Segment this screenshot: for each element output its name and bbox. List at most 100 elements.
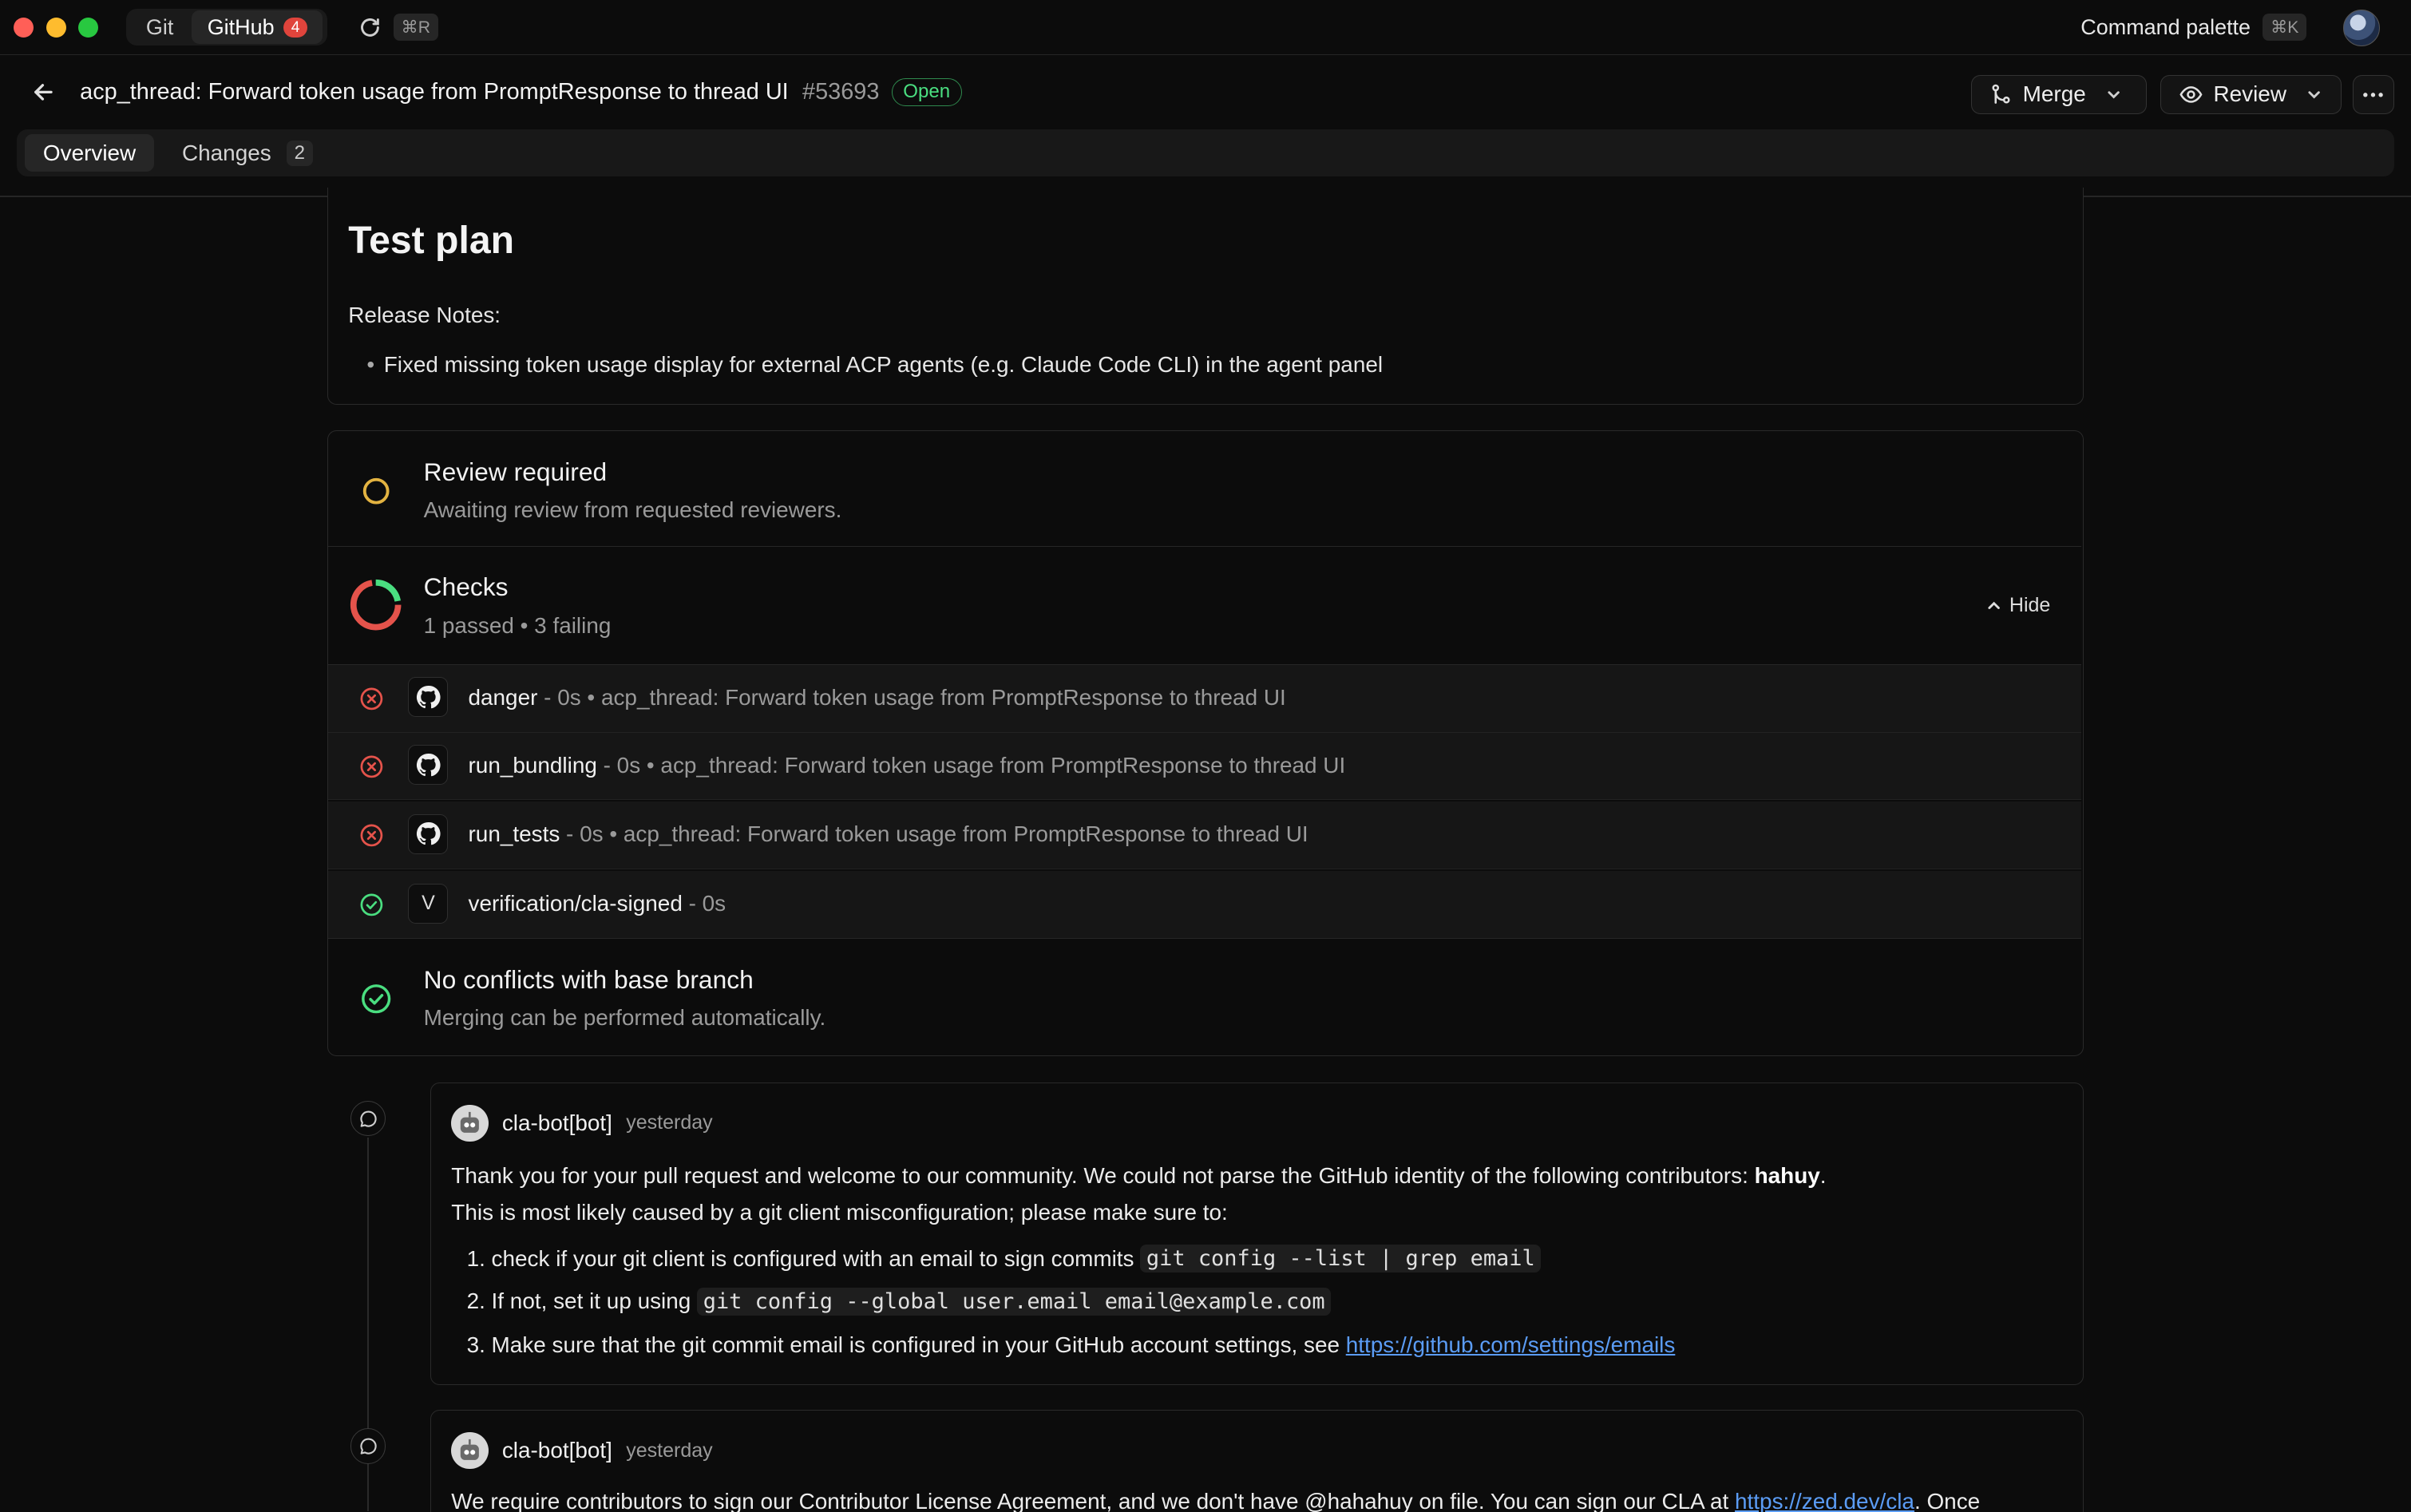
- check-meta: - 0s • acp_thread: Forward token usage f…: [596, 752, 1346, 778]
- merge-button[interactable]: Merge: [1971, 75, 2147, 114]
- titlebar: Git GitHub 4 ⌘R Command palette ⌘K: [0, 0, 2411, 56]
- refresh-button[interactable]: ⌘R: [358, 14, 438, 41]
- check-row[interactable]: run_tests - 0s • acp_thread: Forward tok…: [328, 802, 2081, 870]
- check-label: run_tests - 0s • acp_thread: Forward tok…: [469, 821, 1308, 847]
- eye-icon: [2179, 86, 2203, 103]
- zoom-window-button[interactable]: [78, 17, 99, 38]
- merge-status-card: Review required Awaiting review from req…: [327, 430, 2084, 1057]
- checks-title: Checks: [423, 572, 509, 602]
- chevron-up-icon: [1988, 601, 2000, 610]
- comment-icon: [350, 1428, 386, 1464]
- chevron-down-icon: [2308, 91, 2320, 99]
- bot-avatar[interactable]: [451, 1104, 489, 1142]
- check-name: run_bundling: [468, 752, 597, 778]
- merge-label: Merge: [2022, 81, 2086, 107]
- tab-git-label: Git: [145, 14, 174, 39]
- chevron-down-icon: [2108, 91, 2120, 99]
- tab-github-label: GitHub: [207, 14, 275, 39]
- check-name: verification/cla-signed: [468, 891, 683, 916]
- x-circle-icon: [360, 755, 383, 778]
- tab-changes[interactable]: Changes 2: [164, 134, 331, 172]
- list-number: 2.: [466, 1288, 485, 1314]
- tab-overview-label: Overview: [42, 140, 137, 165]
- pr-description-card: Test plan Release Notes: • Fixed missing…: [327, 187, 2084, 405]
- robot-icon: [460, 1439, 479, 1460]
- check-meta: - 0s • acp_thread: Forward token usage f…: [537, 685, 1286, 710]
- inline-code: git config --global user.email email@exa…: [697, 1288, 1332, 1316]
- source-tabs: Git GitHub 4: [125, 9, 328, 46]
- arrow-left-icon: [34, 84, 53, 101]
- check-meta: - 0s • acp_thread: Forward token usage f…: [560, 821, 1308, 847]
- check-label: danger - 0s • acp_thread: Forward token …: [469, 685, 1286, 710]
- checks-progress-ring-icon: [350, 580, 402, 631]
- list-number: 1.: [466, 1245, 485, 1271]
- checks-summary: 1 passed • 3 failing: [423, 612, 612, 638]
- check-label: run_bundling - 0s • acp_thread: Forward …: [469, 753, 1346, 778]
- check-meta: - 0s: [682, 891, 726, 916]
- x-circle-icon: [360, 687, 383, 710]
- comment-intro-end: .: [1819, 1163, 1827, 1189]
- conflicts-title: No conflicts with base branch: [423, 964, 754, 994]
- conflicts-section: No conflicts with base branch Merging ca…: [328, 940, 2081, 1055]
- tab-git[interactable]: Git: [131, 10, 189, 45]
- comment-text-end: . Once: [1914, 1489, 1981, 1512]
- tab-overview[interactable]: Overview: [24, 133, 155, 172]
- comment-author[interactable]: cla-bot[bot]: [502, 1110, 612, 1136]
- window-controls: [14, 17, 99, 38]
- list-item: 2. If not, set it up using git config --…: [467, 1288, 1332, 1316]
- comment-header: cla-bot[bot] yesterday: [451, 1104, 713, 1142]
- review-label: Review: [2213, 81, 2286, 107]
- x-circle-icon: [360, 824, 383, 847]
- pr-state-badge: Open: [891, 78, 962, 106]
- comment-paragraph: We require contributors to sign our Cont…: [451, 1489, 1980, 1512]
- check-row[interactable]: run_bundling - 0s • acp_thread: Forward …: [328, 732, 2081, 801]
- review-button[interactable]: Review: [2160, 75, 2342, 114]
- test-plan-heading: Test plan: [348, 219, 515, 263]
- comment-icon: [350, 1101, 386, 1137]
- checks-section: Checks 1 passed • 3 failing Hide: [328, 547, 2081, 665]
- check-row[interactable]: danger - 0s • acp_thread: Forward token …: [328, 665, 2081, 733]
- bot-avatar[interactable]: [451, 1432, 489, 1470]
- more-options-button[interactable]: [2352, 75, 2394, 114]
- comment-author[interactable]: cla-bot[bot]: [502, 1438, 612, 1463]
- pr-title: acp_thread: Forward token usage from Pro…: [80, 79, 789, 105]
- bullet-icon: •: [366, 352, 375, 378]
- cla-link[interactable]: https://zed.dev/cla: [1735, 1489, 1914, 1512]
- github-settings-link[interactable]: https://github.com/settings/emails: [1346, 1332, 1676, 1358]
- verification-source-icon: V: [408, 883, 449, 924]
- review-required-subtitle: Awaiting review from requested reviewers…: [423, 497, 842, 523]
- notification-badge: 4: [283, 17, 308, 38]
- user-avatar[interactable]: [2343, 9, 2381, 46]
- inline-code: git config --list | grep email: [1140, 1245, 1542, 1273]
- comment-header: cla-bot[bot] yesterday: [451, 1432, 713, 1470]
- review-required-title: Review required: [423, 457, 608, 486]
- list-number: 3.: [466, 1332, 485, 1357]
- refresh-icon: [360, 18, 379, 37]
- pr-number: #53693: [802, 79, 880, 105]
- robot-icon: [460, 1111, 479, 1133]
- contributor-name: hahuy: [1754, 1163, 1820, 1189]
- back-button[interactable]: [31, 80, 56, 105]
- comment-text: We require contributors to sign our Cont…: [451, 1489, 1736, 1512]
- hide-checks-button[interactable]: Hide: [1986, 594, 2050, 617]
- list-text: Make sure that the git commit email is c…: [491, 1332, 1340, 1357]
- minimize-window-button[interactable]: [46, 17, 66, 38]
- review-required-section: Review required Awaiting review from req…: [328, 431, 2081, 547]
- pending-circle-icon: [362, 478, 390, 505]
- github-icon: [408, 677, 449, 718]
- close-window-button[interactable]: [14, 17, 34, 38]
- refresh-shortcut: ⌘R: [393, 14, 438, 41]
- comment-intro: Thank you for your pull request and welc…: [451, 1163, 1755, 1189]
- tab-github[interactable]: GitHub 4: [192, 10, 323, 45]
- command-palette-button[interactable]: Command palette ⌘K: [2080, 14, 2306, 42]
- command-palette-label: Command palette: [2080, 14, 2251, 39]
- release-notes-label: Release Notes:: [348, 303, 501, 328]
- pr-header: acp_thread: Forward token usage from Pro…: [0, 57, 2411, 128]
- list-text: check if your git client is configured w…: [491, 1245, 1134, 1271]
- tab-changes-label: Changes: [181, 140, 271, 165]
- list-item: 1. check if your git client is configure…: [467, 1245, 1542, 1273]
- comment-time: yesterday: [626, 1439, 713, 1462]
- check-row[interactable]: V verification/cla-signed - 0s: [328, 871, 2081, 939]
- pr-tabs: Overview Changes 2: [17, 129, 2394, 177]
- check-name: danger: [468, 685, 538, 710]
